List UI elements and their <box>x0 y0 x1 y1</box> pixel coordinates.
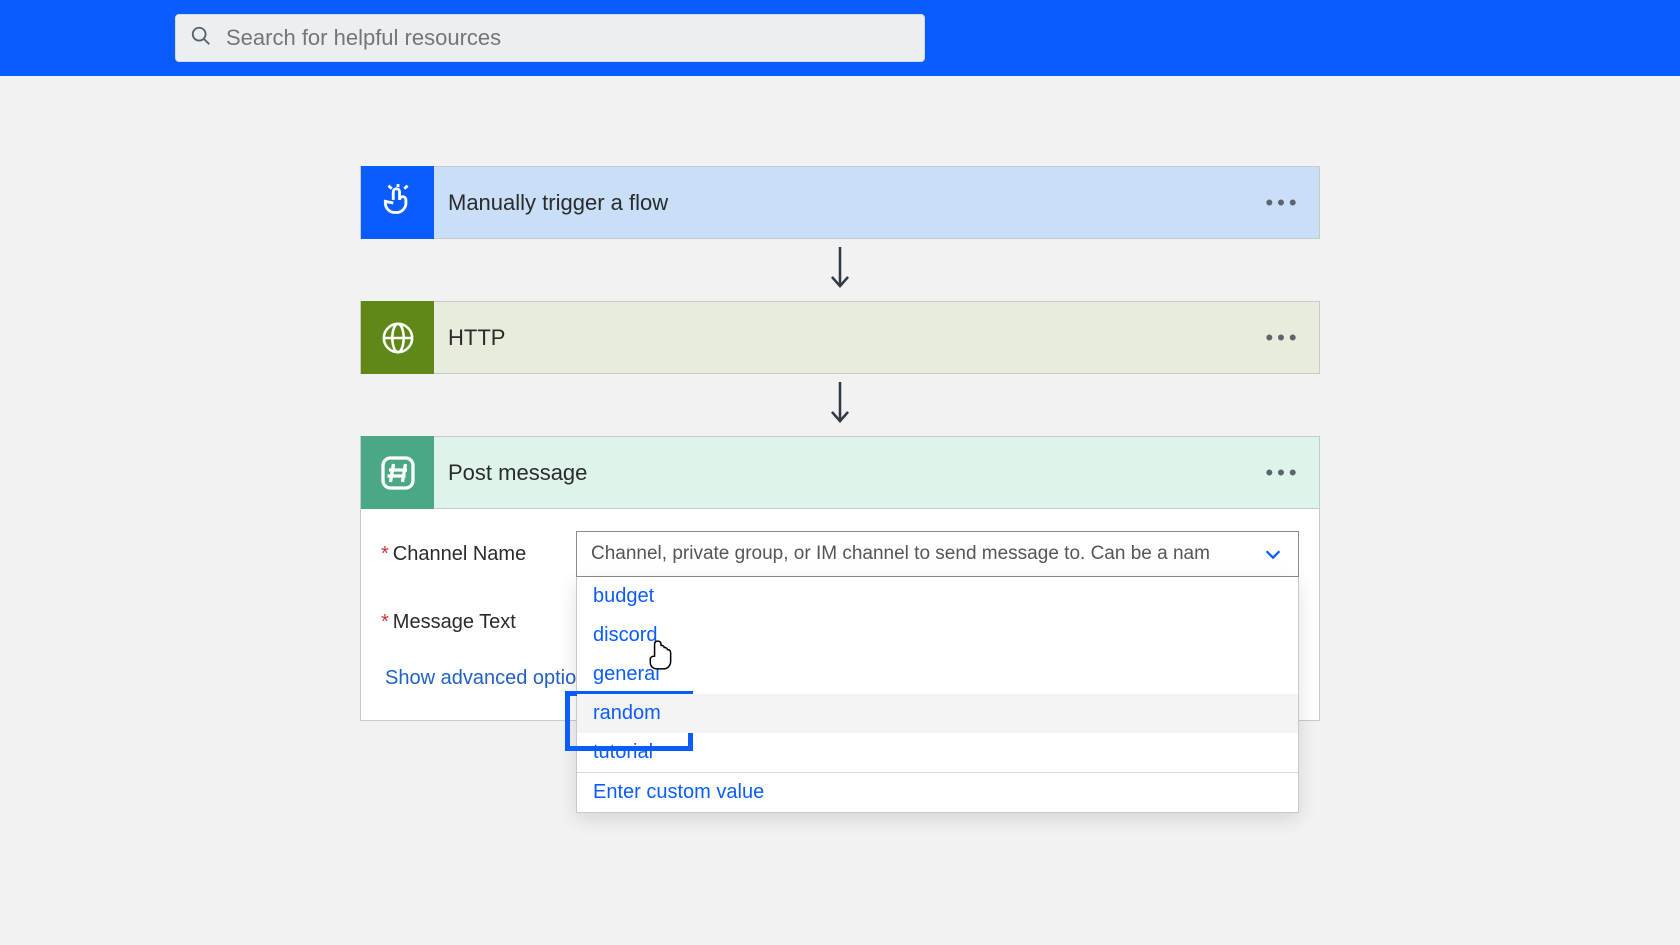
search-icon <box>190 25 212 52</box>
dropdown-item-random[interactable]: random <box>577 694 1298 733</box>
more-icon[interactable]: ••• <box>1259 190 1307 216</box>
channel-name-label: *Channel Name <box>381 543 576 566</box>
channel-name-placeholder: Channel, private group, or IM channel to… <box>591 543 1210 565</box>
post-message-card-header[interactable]: Post message ••• <box>360 436 1320 509</box>
channel-dropdown: budget discord general random tutorial E… <box>576 577 1299 813</box>
top-bar <box>0 0 1680 76</box>
chevron-down-icon <box>1262 543 1284 565</box>
more-icon[interactable]: ••• <box>1259 325 1307 351</box>
post-message-title: Post message <box>448 460 1259 486</box>
arrow-down-icon <box>826 374 854 436</box>
post-message-card-body: *Channel Name Channel, private group, or… <box>360 509 1320 721</box>
arrow-down-icon <box>826 239 854 301</box>
dropdown-item-custom[interactable]: Enter custom value <box>577 772 1298 812</box>
dropdown-item-discord[interactable]: discord <box>577 616 1298 655</box>
more-icon[interactable]: ••• <box>1259 460 1307 486</box>
dropdown-item-tutorial[interactable]: tutorial <box>577 733 1298 772</box>
trigger-card[interactable]: Manually trigger a flow ••• <box>360 166 1320 239</box>
globe-icon <box>361 301 434 374</box>
search-input[interactable] <box>226 25 910 51</box>
search-box[interactable] <box>175 14 925 62</box>
flow-canvas: Manually trigger a flow ••• HTTP ••• <box>0 76 1680 801</box>
http-card[interactable]: HTTP ••• <box>360 301 1320 374</box>
hash-icon <box>361 436 434 509</box>
dropdown-item-general[interactable]: general <box>577 655 1298 694</box>
channel-name-select[interactable]: Channel, private group, or IM channel to… <box>576 531 1299 577</box>
touch-icon <box>361 166 434 239</box>
channel-name-row: *Channel Name Channel, private group, or… <box>381 531 1299 577</box>
http-title: HTTP <box>448 325 1259 351</box>
show-advanced-options-link[interactable]: Show advanced options <box>385 667 597 690</box>
message-text-label: *Message Text <box>381 611 576 634</box>
trigger-title: Manually trigger a flow <box>448 190 1259 216</box>
dropdown-item-budget[interactable]: budget <box>577 577 1298 616</box>
